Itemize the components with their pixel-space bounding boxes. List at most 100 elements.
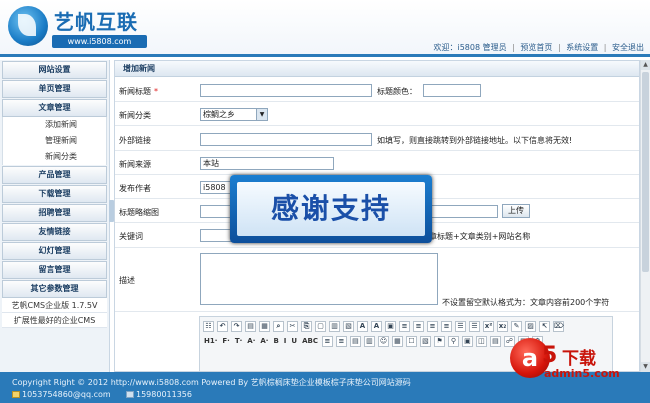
sidebar-item-other-params[interactable]: 其它参数管理 <box>2 280 107 298</box>
external-link-label: 外部链接 <box>119 136 151 145</box>
editor-tool-icon[interactable]: ▧ <box>343 320 354 332</box>
overlay-text: 感谢支持 <box>237 182 425 236</box>
editor-tool-icon[interactable]: ▥ <box>329 320 340 332</box>
editor-format-button[interactable]: F· <box>221 336 230 347</box>
editor-format-button[interactable]: ABC <box>301 336 319 347</box>
editor-tool-icon[interactable]: ◫ <box>475 335 487 347</box>
editor-format-button[interactable]: A· <box>246 336 256 347</box>
editor-tool-icon[interactable]: ▦ <box>391 335 403 347</box>
sidebar-item-message-manage[interactable]: 留言管理 <box>2 261 107 279</box>
editor-tool-icon[interactable]: ↷ <box>231 320 242 332</box>
editor-tool-icon[interactable]: ▦ <box>259 320 270 332</box>
external-link-input[interactable] <box>200 133 372 146</box>
chevron-down-icon: ▼ <box>256 109 267 120</box>
editor-tool-icon[interactable]: ⌕ <box>273 320 284 332</box>
editor-tool-icon[interactable]: ≡ <box>399 320 410 332</box>
watermark-url: admin5.com <box>544 367 620 380</box>
sidebar-item-page-manage[interactable]: 单页管理 <box>2 80 107 98</box>
editor-tool-icon[interactable]: ☷ <box>203 320 214 332</box>
phone-icon <box>126 391 134 398</box>
editor-tool-icon[interactable]: ▤ <box>349 335 361 347</box>
category-select[interactable]: 棕鲷之乡 ▼ <box>200 108 268 121</box>
sidebar-item-product-manage[interactable]: 产品管理 <box>2 166 107 184</box>
editor-format-button[interactable]: H1· <box>203 336 218 347</box>
page-title: 增加新闻 <box>115 61 639 77</box>
editor-tool-icon[interactable]: ≡ <box>441 320 452 332</box>
footer-copyright: Copyright Right © 2012 http://www.i5808.… <box>12 378 411 387</box>
header: 艺帆互联 www.i5808.com 欢迎：i5808 管理员 | 预览首页 |… <box>0 0 650 57</box>
editor-tool-icon[interactable]: x² <box>483 320 494 332</box>
row-external-link: 外部链接 如填写，则直接跳转到外部链接地址。以下信息将无效! <box>115 127 639 151</box>
sidebar-subitem-news-category[interactable]: 新闻分类 <box>2 149 107 165</box>
editor-tool-icon[interactable]: ✎ <box>511 320 522 332</box>
keywords-hint: 章标题+文章类别+网站名称 <box>429 232 531 241</box>
row-source: 新闻来源 本站 <box>115 152 639 175</box>
editor-tool-icon[interactable]: ≡ <box>413 320 424 332</box>
sidebar-subitem-manage-news[interactable]: 管理新闻 <box>2 133 107 149</box>
row-description: 描述 不设置留空默认格式为：文章内容前200个字符 <box>115 249 639 312</box>
editor-tool-icon[interactable]: ▥ <box>363 335 375 347</box>
editor-format-button[interactable]: U <box>290 336 298 347</box>
editor-tool-icon[interactable]: ▤ <box>489 335 501 347</box>
upload-button[interactable]: 上传 <box>502 204 530 218</box>
editor-tool-icon[interactable]: ⚑ <box>433 335 445 347</box>
editor-format-button[interactable]: I <box>283 336 288 347</box>
sidebar-item-download-manage[interactable]: 下载管理 <box>2 185 107 203</box>
editor-tool-icon[interactable]: ↸ <box>539 320 550 332</box>
editor-tool-icon[interactable]: x₂ <box>497 320 508 332</box>
source-input[interactable]: 本站 <box>200 157 334 170</box>
editor-tool-icon[interactable]: ▣ <box>461 335 473 347</box>
logout-link[interactable]: 安全退出 <box>612 43 644 52</box>
row-news-title: 新闻标题 * 标题颜色： <box>115 78 639 102</box>
logo[interactable]: 艺帆互联 www.i5808.com <box>8 4 148 48</box>
editor-tool-icon[interactable]: ☐ <box>405 335 417 347</box>
editor-tool-icon[interactable]: A <box>357 320 368 332</box>
editor-tool-icon[interactable]: ≡ <box>427 320 438 332</box>
sidebar-item-friend-links[interactable]: 友情链接 <box>2 223 107 241</box>
watermark-digit: 5 <box>542 343 558 368</box>
editor-tool-icon[interactable]: ☰ <box>455 320 466 332</box>
editor-tool-icon[interactable]: ✂ <box>287 320 298 332</box>
sidebar-item-recruit-manage[interactable]: 招聘管理 <box>2 204 107 222</box>
admin5-watermark: a 5 下载 admin5.com <box>506 338 650 384</box>
main-scrollbar[interactable]: ▲ ▼ <box>640 60 650 372</box>
scroll-up-icon[interactable]: ▲ <box>641 60 650 70</box>
source-label: 新闻来源 <box>119 160 151 169</box>
author-label: 发布作者 <box>119 184 151 193</box>
editor-tool-icon[interactable]: ≡ <box>335 335 347 347</box>
editor-tool-icon[interactable]: ⌦ <box>553 320 564 332</box>
editor-format-button[interactable]: A· <box>259 336 269 347</box>
editor-tool-icon[interactable]: ▣ <box>385 320 396 332</box>
editor-tool-icon[interactable]: ▧ <box>419 335 431 347</box>
scroll-thumb[interactable] <box>642 72 649 272</box>
editor-format-button[interactable]: T· <box>234 336 243 347</box>
editor-tool-icon[interactable]: ▢ <box>315 320 326 332</box>
editor-tool-icon[interactable]: ☺ <box>377 335 389 347</box>
editor-tool-icon[interactable]: ≡ <box>321 335 333 347</box>
editor-tool-icon[interactable]: ▤ <box>245 320 256 332</box>
sidebar-subitem-add-news[interactable]: 添加新闻 <box>2 117 107 133</box>
editor-tool-icon[interactable]: ↶ <box>217 320 228 332</box>
required-mark: * <box>154 87 158 96</box>
preview-home-link[interactable]: 预览首页 <box>520 43 552 52</box>
editor-tool-icon[interactable]: A <box>371 320 382 332</box>
editor-tool-icon[interactable]: ▨ <box>525 320 536 332</box>
system-settings-link[interactable]: 系统设置 <box>566 43 598 52</box>
description-textarea[interactable] <box>200 253 438 305</box>
sidebar-item-article-manage[interactable]: 文章管理 <box>2 99 107 117</box>
editor-tool-icon[interactable]: ⚲ <box>447 335 459 347</box>
editor-format-button[interactable]: B <box>272 336 279 347</box>
sidebar-item-slide-manage[interactable]: 幻灯管理 <box>2 242 107 260</box>
external-link-hint: 如填写，则直接跳转到外部链接地址。以下信息将无效! <box>377 136 573 145</box>
logo-url: www.i5808.com <box>52 35 147 48</box>
description-label: 描述 <box>119 276 135 285</box>
news-title-input[interactable] <box>200 84 372 97</box>
sidebar-item-site-settings[interactable]: 网站设置 <box>2 61 107 79</box>
editor-tool-icon[interactable]: ☰ <box>469 320 480 332</box>
title-color-input[interactable] <box>423 84 481 97</box>
logo-text: 艺帆互联 <box>54 10 138 34</box>
overlay-banner: 感谢支持 <box>230 175 432 243</box>
editor-tool-icon[interactable]: ⎘ <box>301 320 312 332</box>
sidebar-version-info: 艺帆CMS企业版 1.7.5V <box>2 298 107 313</box>
sidebar: 网站设置 单页管理 文章管理 添加新闻 管理新闻 新闻分类 产品管理 下载管理 … <box>0 60 110 372</box>
